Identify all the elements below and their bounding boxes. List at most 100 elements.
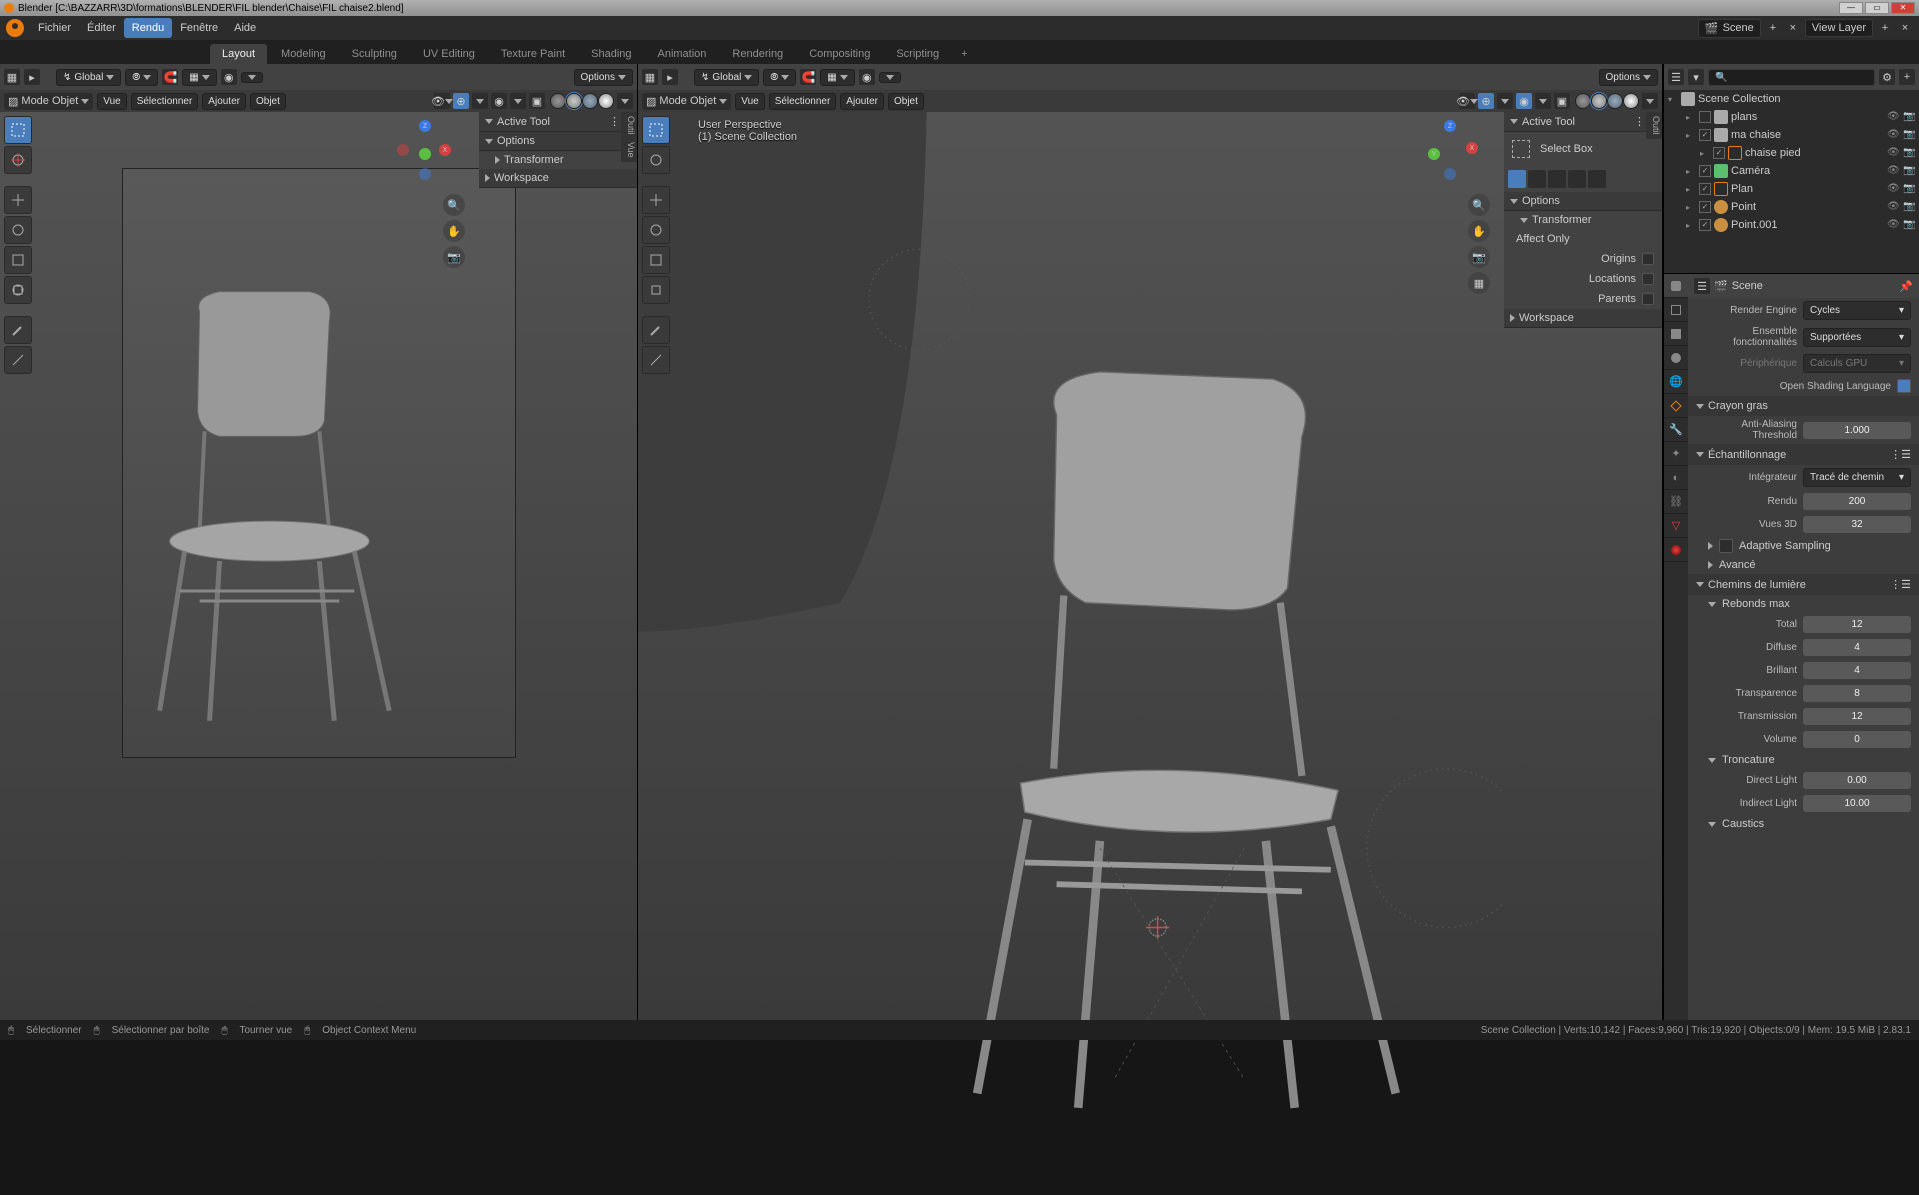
visibility-checkbox[interactable] [1699,165,1711,177]
shading-material[interactable] [582,93,598,109]
overlay-dropdown[interactable] [510,93,526,109]
editor-type-icon[interactable]: ▦ [642,69,658,85]
proportional-dropdown[interactable] [879,72,901,83]
menu-edit[interactable]: Éditer [79,18,124,38]
tool-rotate[interactable] [4,216,32,244]
outliner-type-icon[interactable]: ☰ [1668,69,1684,85]
tool-move[interactable] [4,186,32,214]
npanel-transformer[interactable]: Transformer [1504,211,1662,229]
ws-tab-texpaint[interactable]: Texture Paint [489,44,577,64]
diffuse-bounces-field[interactable]: 4 [1803,639,1911,656]
origins-checkbox[interactable] [1642,253,1654,265]
ptab-modifiers[interactable]: 🔧 [1664,418,1688,442]
ws-tab-shading[interactable]: Shading [579,44,643,64]
disable-icon[interactable]: 📷 [1903,165,1915,177]
vp-play-icon[interactable]: ▸ [662,69,678,85]
total-bounces-field[interactable]: 12 [1803,616,1911,633]
ptab-scene[interactable] [1664,346,1688,370]
visibility-checkbox[interactable] [1713,147,1725,159]
mode-selector[interactable]: ▨ Mode Objet [642,93,731,110]
aa-threshold-field[interactable]: 1.000 [1803,422,1911,439]
npanel-transformer[interactable]: Transformer [479,151,637,169]
glossy-bounces-field[interactable]: 4 [1803,662,1911,679]
vp-menu-select[interactable]: Sélectionner [769,93,837,110]
shading-material[interactable] [1607,93,1623,109]
visibility-checkbox[interactable] [1699,219,1711,231]
gizmo-dropdown[interactable] [472,93,488,109]
vp-menu-object[interactable]: Objet [888,93,924,110]
hide-icon[interactable]: 👁 [1887,165,1899,177]
tool-select-box[interactable] [4,116,32,144]
preset-icon[interactable]: ⋮☰ [1890,448,1911,461]
zoom-icon[interactable]: 🔍 [1468,194,1490,216]
ptab-particles[interactable]: ✦ [1664,442,1688,466]
n-tab-strip-right[interactable]: Outil [1646,112,1662,139]
snap-type-dropdown[interactable]: ▦ [820,69,854,86]
ws-tab-layout[interactable]: Layout [210,44,267,64]
vp-menu-view[interactable]: Vue [735,93,764,110]
max-bounces-sub[interactable]: Rebonds max [1722,598,1790,610]
shading-dropdown[interactable] [617,93,633,109]
tool-cursor[interactable] [4,146,32,174]
hide-icon[interactable]: 👁 [1887,111,1899,123]
npanel-active-tool-hdr[interactable]: Active Tool⋮⋮ [479,112,637,132]
menu-help[interactable]: Aide [226,18,264,38]
vp-play-icon[interactable]: ▸ [24,69,40,85]
advanced-sub[interactable]: Avancé [1719,559,1756,571]
outliner-new-collection[interactable]: + [1899,69,1915,85]
options-dropdown[interactable]: Options [574,69,633,86]
proportional-edit[interactable]: ◉ [221,69,237,85]
ws-tab-rendering[interactable]: Rendering [720,44,795,64]
ptab-world[interactable]: 🌐 [1664,370,1688,394]
visibility-checkbox[interactable] [1699,201,1711,213]
ptab-output[interactable] [1664,298,1688,322]
hide-icon[interactable]: 👁 [1887,129,1899,141]
shading-wireframe[interactable] [550,93,566,109]
menu-file[interactable]: Fichier [30,18,79,38]
drag-invert[interactable] [1568,170,1586,188]
overlay-toggle[interactable]: ◉ [1516,93,1532,109]
ptab-object[interactable] [1664,394,1688,418]
outliner-filter-icon[interactable]: ⚙ [1879,69,1895,85]
menu-window[interactable]: Fenêtre [172,18,226,38]
render-engine-select[interactable]: Cycles▾ [1803,301,1911,320]
integrator-select[interactable]: Tracé de chemin▾ [1803,468,1911,487]
outliner-item[interactable]: ▸chaise pied👁📷 [1664,144,1919,162]
scene-dropdown[interactable]: 🎬Scene [1698,19,1761,38]
preset-icon[interactable]: ⋮☰ [1890,578,1911,591]
disable-icon[interactable]: 📷 [1903,201,1915,213]
visibility-dropdown[interactable]: 👁 [1459,93,1475,109]
parents-checkbox[interactable] [1642,293,1654,305]
pan-icon[interactable]: ✋ [443,220,465,242]
transparency-bounces-field[interactable]: 8 [1803,685,1911,702]
tool-transform[interactable] [642,276,670,304]
ws-tab-add[interactable]: + [953,44,975,64]
tool-transform[interactable] [4,276,32,304]
orientation-dropdown[interactable]: ↯ Global [56,69,121,86]
ws-tab-scripting[interactable]: Scripting [884,44,951,64]
transmission-bounces-field[interactable]: 12 [1803,708,1911,725]
tool-measure[interactable] [4,346,32,374]
ptab-render[interactable] [1664,274,1688,298]
snap-dropdown[interactable]: ⦾ [125,69,158,86]
gizmo-toggle[interactable]: ⊕ [1478,93,1494,109]
viewport-right[interactable]: ▦ ▸ ↯ Global ⦾ 🧲 ▦ ◉ Options ▨ Mode Obje… [638,64,1663,1024]
perspective-icon[interactable]: ▦ [1468,272,1490,294]
light-paths-hdr[interactable]: Chemins de lumière⋮☰ [1688,574,1919,595]
volume-bounces-field[interactable]: 0 [1803,731,1911,748]
disable-icon[interactable]: 📷 [1903,111,1915,123]
disable-icon[interactable]: 📷 [1903,129,1915,141]
outliner-root[interactable]: ▾ Scene Collection [1664,90,1919,108]
gizmo-dropdown[interactable] [1497,93,1513,109]
xray-toggle[interactable]: ▣ [529,93,545,109]
shading-solid[interactable] [566,93,582,109]
tool-annotate[interactable] [4,316,32,344]
tool-scale[interactable] [642,246,670,274]
ws-tab-modeling[interactable]: Modeling [269,44,338,64]
npanel-workspace-hdr[interactable]: Workspace [1504,309,1662,328]
vp-menu-view[interactable]: Vue [97,93,126,110]
scene-del[interactable]: × [1785,20,1801,36]
viewlayer-del[interactable]: × [1897,20,1913,36]
hide-icon[interactable]: 👁 [1887,147,1899,159]
vp-menu-object[interactable]: Objet [250,93,286,110]
